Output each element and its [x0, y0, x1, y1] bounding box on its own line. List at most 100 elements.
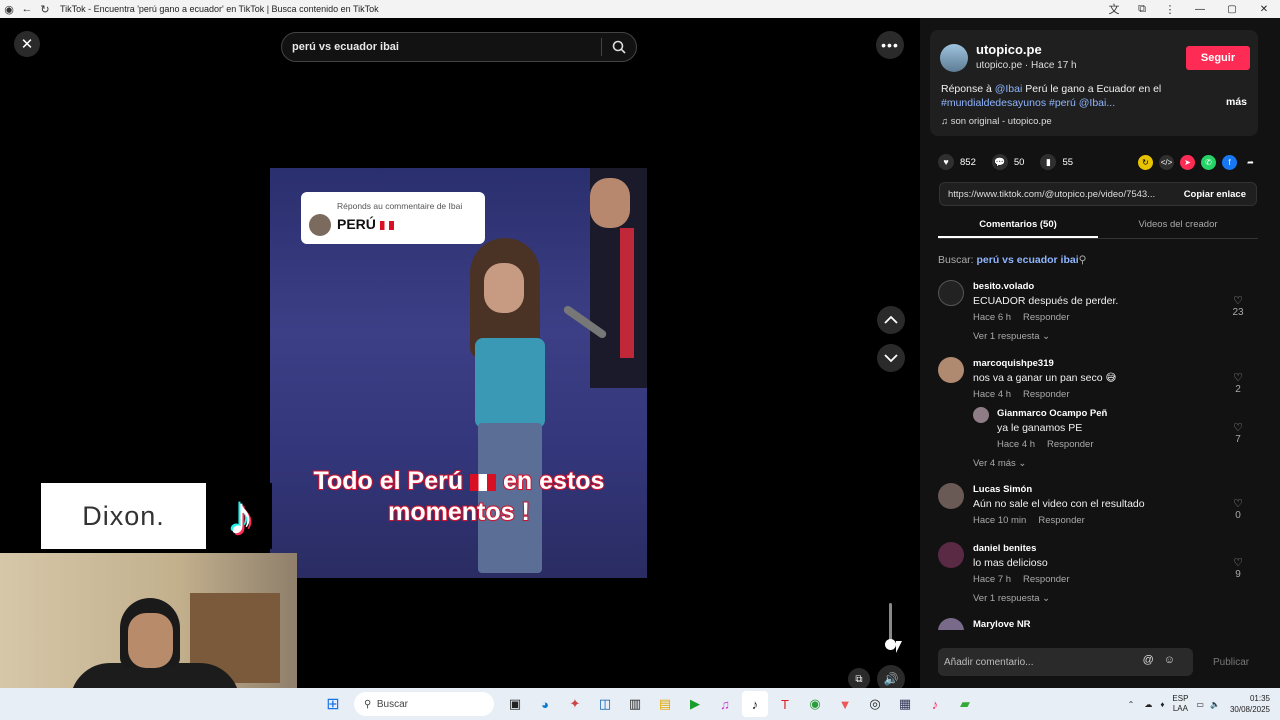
see-more-link[interactable]: más: [1226, 96, 1247, 108]
comment-username[interactable]: marcoquishpe319: [973, 358, 1054, 369]
comment-avatar[interactable]: [938, 542, 964, 568]
follow-button[interactable]: Seguir: [1186, 46, 1250, 70]
view-replies-link[interactable]: Ver 1 respuesta ⌄: [973, 593, 1050, 604]
comment-username[interactable]: Marylove NR: [973, 619, 1031, 630]
send-icon[interactable]: ➤: [1180, 154, 1195, 170]
windows-start-icon[interactable]: ⊞: [320, 691, 346, 717]
next-video-button[interactable]: [877, 344, 905, 372]
mention-emoji-icons[interactable]: @☺: [1143, 654, 1185, 666]
comment-username[interactable]: daniel benites: [973, 543, 1036, 554]
tray-app-icon[interactable]: ☁: [1144, 700, 1152, 709]
volume-slider-knob[interactable]: [885, 639, 896, 650]
comment-reply-button[interactable]: Responder: [1038, 515, 1084, 526]
copy-link-button[interactable]: Copiar enlace: [1174, 189, 1256, 200]
repost-icon[interactable]: ↻: [1138, 154, 1153, 170]
comment-action[interactable]: 💬 50: [991, 154, 1024, 170]
obs-icon[interactable]: ◎: [862, 691, 888, 717]
like-count: 852: [960, 156, 976, 168]
publish-button[interactable]: Publicar: [1213, 657, 1249, 668]
taskbar-search[interactable]: ⚲ Buscar: [354, 692, 494, 716]
clock-date: 30/08/2025: [1229, 705, 1270, 714]
tray-volume-icon[interactable]: 🔈: [1210, 700, 1220, 709]
tiktok-studio-icon[interactable]: ♪: [922, 691, 948, 717]
music-row[interactable]: ♫ son original - utopico.pe: [941, 116, 1052, 127]
desc-hashtags[interactable]: #mundialdedesayunos #perú @Ibai...: [941, 97, 1115, 109]
view-replies-link[interactable]: Ver 1 respuesta ⌄: [973, 331, 1050, 342]
clock[interactable]: 01:35 30/08/2025: [1230, 693, 1270, 715]
emoji-icon[interactable]: ☺: [1164, 654, 1185, 666]
search-input[interactable]: perú vs ecuador ibai: [282, 41, 601, 53]
browser-titlebar: ◉ ← ↻ TikTok - Encuentra 'perú gano a ec…: [0, 0, 1280, 18]
comment-like-button[interactable]: ♡ 0: [1230, 497, 1246, 521]
comment-reply-button[interactable]: Responder: [1023, 574, 1069, 585]
search-button[interactable]: [602, 40, 636, 54]
comment-username[interactable]: besito.volado: [973, 281, 1034, 292]
media-player-icon[interactable]: ▶: [682, 691, 708, 717]
comment-avatar[interactable]: [973, 407, 989, 423]
comment-like-button[interactable]: ♡ 2: [1230, 371, 1246, 395]
reload-icon[interactable]: ↻: [36, 0, 54, 18]
comment-like-button[interactable]: ♡ 9: [1230, 556, 1246, 580]
picture-in-picture-button[interactable]: ⧉: [848, 668, 870, 690]
extensions-icon[interactable]: ⧉: [1128, 0, 1156, 18]
comment-avatar[interactable]: [938, 280, 964, 306]
file-explorer-icon[interactable]: ▤: [652, 691, 678, 717]
search-suggestion[interactable]: Buscar: perú vs ecuador ibai⚲: [938, 254, 1086, 266]
close-window-button[interactable]: ✕: [1248, 4, 1280, 15]
network-icon[interactable]: ▭: [1196, 700, 1204, 709]
outlook-icon[interactable]: ◫: [592, 691, 618, 717]
menu-icon[interactable]: ⋮: [1156, 0, 1184, 18]
save-action[interactable]: ▮ 55: [1040, 154, 1073, 170]
comment-username[interactable]: Lucas Simón: [973, 484, 1032, 495]
view-replies-label: Ver 1 respuesta: [973, 331, 1040, 342]
tiktok-taskbar-icon[interactable]: ♪: [742, 691, 768, 717]
comment-like-button[interactable]: ♡ 7: [1230, 421, 1246, 445]
comment-avatar[interactable]: [938, 618, 964, 630]
comment-placeholder: Añadir comentario...: [944, 656, 1034, 668]
back-icon[interactable]: ←: [18, 0, 36, 18]
brave-icon[interactable]: ▼: [832, 691, 858, 717]
comment-reply-button[interactable]: Responder: [1023, 389, 1069, 400]
view-more-replies-link[interactable]: Ver 4 más ⌄: [973, 458, 1026, 469]
tab-comments[interactable]: Comentarios (50): [938, 215, 1098, 238]
tray-chevron-icon[interactable]: ⌃: [1128, 700, 1135, 709]
desc-mention[interactable]: @Ibai: [995, 83, 1023, 95]
close-player-button[interactable]: ✕: [14, 31, 40, 57]
search-bar[interactable]: perú vs ecuador ibai: [281, 32, 637, 62]
text-app-icon[interactable]: T: [772, 691, 798, 717]
more-options-button[interactable]: •••: [876, 31, 904, 59]
translate-icon[interactable]: 文: [1100, 0, 1128, 18]
editor-icon[interactable]: ▰: [952, 691, 978, 717]
comment-reply-button[interactable]: Responder: [1023, 312, 1069, 323]
embed-icon[interactable]: </>: [1159, 154, 1174, 170]
app-grid-icon[interactable]: ▦: [892, 691, 918, 717]
previous-video-button[interactable]: [877, 306, 905, 334]
tab-creator-videos[interactable]: Videos del creador: [1098, 215, 1258, 238]
copilot-icon[interactable]: ✦: [562, 691, 588, 717]
comment-time: Hace 4 h: [973, 389, 1012, 400]
chrome-icon[interactable]: ◉: [802, 691, 828, 717]
language-indicator[interactable]: ESP LAA: [1172, 694, 1188, 714]
at-icon[interactable]: @: [1143, 654, 1164, 666]
music-app-icon[interactable]: ♫: [712, 691, 738, 717]
comment-avatar[interactable]: [938, 483, 964, 509]
creator-username[interactable]: utopico.pe: [976, 42, 1042, 57]
comment-like-button[interactable]: ♡ 23: [1230, 294, 1246, 318]
maximize-button[interactable]: ▢: [1216, 4, 1248, 15]
whatsapp-icon[interactable]: ✆: [1201, 154, 1216, 170]
comment-text: lo mas delicioso: [973, 557, 1048, 569]
creator-avatar[interactable]: [940, 44, 968, 72]
like-action[interactable]: ♥ 852: [938, 154, 976, 170]
task-view-icon[interactable]: ▣: [502, 691, 528, 717]
tray-mic-icon[interactable]: ♦: [1160, 700, 1164, 709]
comment-reply-button[interactable]: Responder: [1047, 439, 1093, 450]
comment-username[interactable]: Gianmarco Ocampo Peñ: [997, 408, 1107, 419]
share-arrow-icon[interactable]: ➦: [1243, 155, 1258, 170]
comment-avatar[interactable]: [938, 357, 964, 383]
facebook-icon[interactable]: f: [1222, 154, 1237, 170]
app-icon[interactable]: ▥: [622, 691, 648, 717]
minimize-button[interactable]: —: [1184, 4, 1216, 15]
comment-input[interactable]: Añadir comentario... @☺: [938, 648, 1193, 676]
edge-icon[interactable]: ◕: [532, 691, 558, 717]
browser-logo-icon: ◉: [4, 3, 14, 16]
